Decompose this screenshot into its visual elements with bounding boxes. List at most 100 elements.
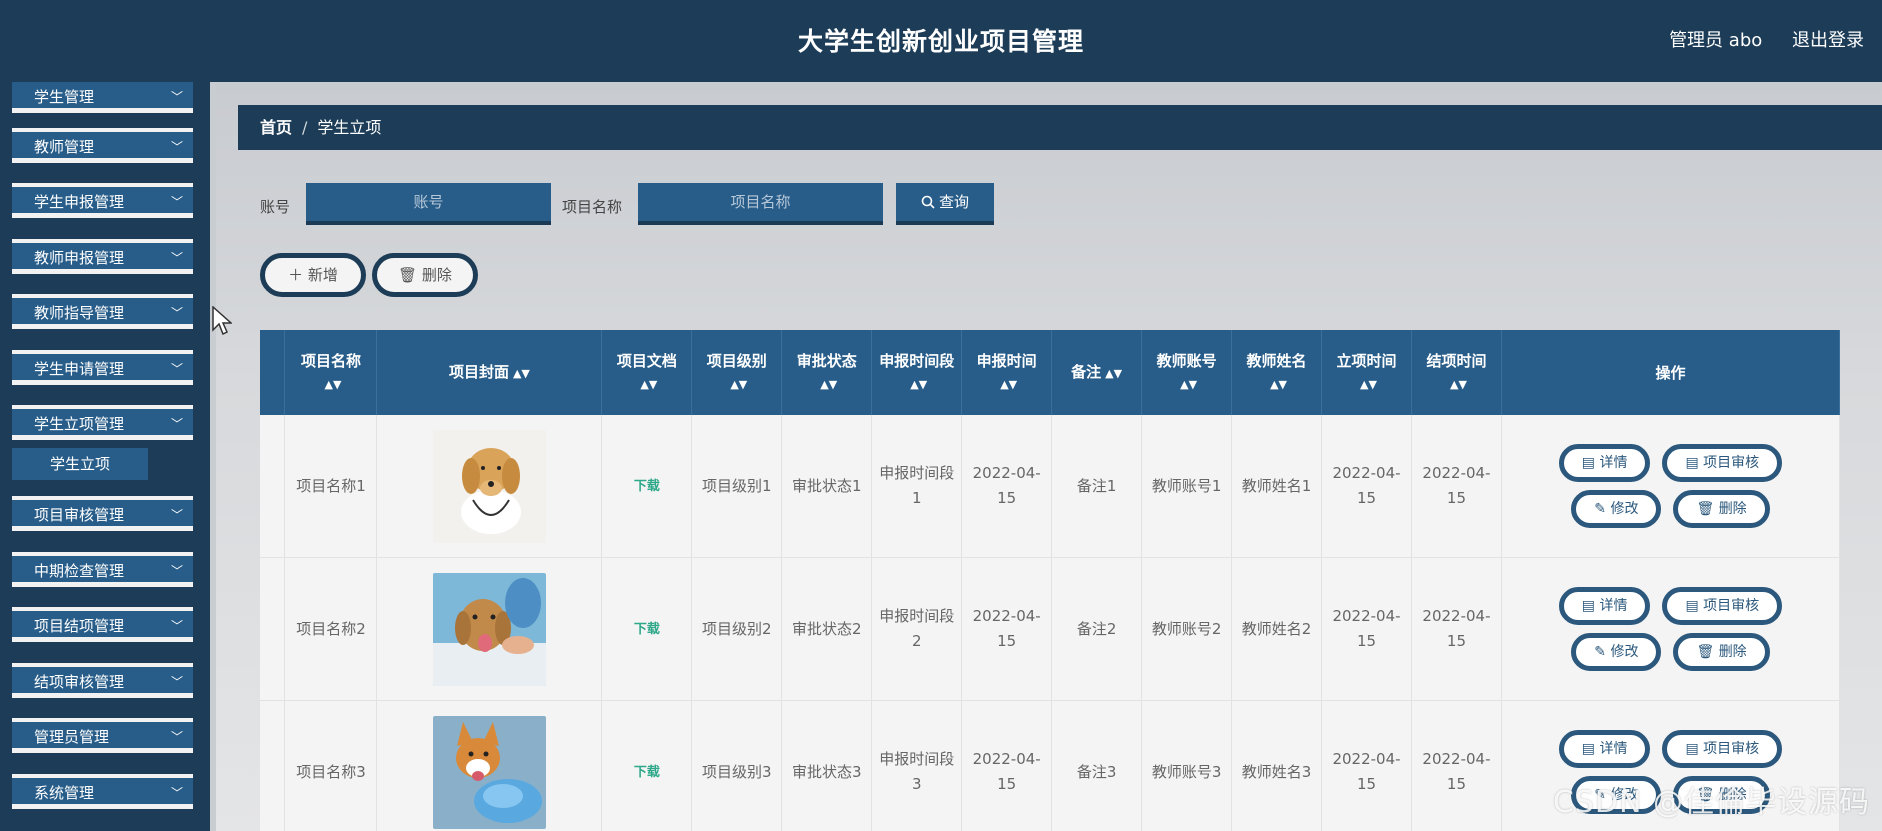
- sidebar-item-student[interactable]: 学生管理 ﹀: [12, 82, 193, 113]
- logout-link[interactable]: 退出登录: [1792, 30, 1864, 51]
- sidebar-item-midterm[interactable]: 中期检查管理 ﹀: [12, 556, 193, 587]
- sort-icon: ▲▼: [820, 377, 838, 391]
- cell-project-name: 项目名称3: [284, 700, 378, 831]
- row-checkbox-cell[interactable]: [260, 557, 286, 701]
- column-header[interactable]: 立项时间 ▲▼: [1321, 330, 1412, 415]
- review-button[interactable]: ▤ 项目审核: [1662, 587, 1783, 625]
- cell-apply-date: 2022-04-15: [961, 700, 1053, 831]
- query-label: 查询: [938, 193, 969, 211]
- column-header[interactable]: 申报时间 ▲▼: [961, 330, 1053, 415]
- sidebar-item-teacher-guide[interactable]: 教师指导管理 ﹀: [12, 298, 193, 329]
- sort-icon: ▲▼: [324, 377, 342, 391]
- cell-teacher-account: 教师账号2: [1141, 557, 1233, 701]
- cell-period: 申报时间段1: [871, 415, 963, 558]
- cell-cover: [376, 415, 603, 558]
- document-icon: ▤: [1685, 455, 1704, 471]
- cell-end-date: 2022-04-15: [1411, 415, 1502, 558]
- cell-start-date: 2022-04-15: [1321, 415, 1412, 558]
- edit-button[interactable]: ✎ 修改: [1571, 633, 1662, 671]
- column-header[interactable]: 审批状态 ▲▼: [781, 330, 873, 415]
- column-header[interactable]: 项目文档 ▲▼: [601, 330, 693, 415]
- column-header[interactable]: 结项时间 ▲▼: [1411, 330, 1502, 415]
- chevron-down-icon: ﹀: [170, 251, 183, 265]
- chevron-down-icon: ﹀: [170, 786, 183, 800]
- trash-icon: 🗑: [1696, 501, 1719, 517]
- column-header[interactable]: 项目封面 ▲▼: [376, 330, 603, 415]
- sidebar-item-student-apply[interactable]: 学生申报管理 ﹀: [12, 187, 193, 218]
- download-link[interactable]: 下载: [601, 700, 693, 831]
- select-column-header: [260, 330, 286, 415]
- pencil-icon: ✎: [1594, 501, 1611, 517]
- cell-teacher-name: 教师姓名2: [1231, 557, 1323, 701]
- account-input[interactable]: [306, 183, 551, 225]
- cover-image: [432, 715, 546, 829]
- chevron-down-icon: ﹀: [170, 619, 183, 633]
- cell-apply-date: 2022-04-15: [961, 415, 1053, 558]
- cell-note: 备注1: [1051, 415, 1143, 558]
- column-header[interactable]: 项目级别 ▲▼: [691, 330, 783, 415]
- add-button[interactable]: ＋ 新增: [260, 253, 366, 297]
- review-button[interactable]: ▤ 项目审核: [1662, 730, 1783, 768]
- chevron-down-icon: ﹀: [170, 564, 183, 578]
- detail-button[interactable]: ▤ 详情: [1558, 730, 1651, 768]
- delete-button[interactable]: 🗑 删除: [1673, 633, 1770, 671]
- sidebar-item-label: 管理员管理: [34, 728, 110, 746]
- sidebar-item-label: 项目结项管理: [34, 617, 125, 635]
- sidebar-item-teacher-apply[interactable]: 教师申报管理 ﹀: [12, 243, 193, 274]
- sidebar-item-label: 项目审核管理: [34, 506, 125, 524]
- delete-button[interactable]: 🗑 删除: [1673, 490, 1770, 528]
- download-link[interactable]: 下载: [601, 415, 693, 558]
- column-header[interactable]: 申报时间段▲▼: [871, 330, 963, 415]
- cell-level: 项目级别2: [691, 557, 783, 701]
- column-header[interactable]: 教师姓名 ▲▼: [1231, 330, 1323, 415]
- query-button[interactable]: 查询: [896, 183, 994, 225]
- current-user: 管理员 abo: [1669, 30, 1763, 51]
- review-button[interactable]: ▤ 项目审核: [1662, 444, 1783, 482]
- sidebar-item-admin[interactable]: 管理员管理 ﹀: [12, 722, 193, 753]
- detail-button[interactable]: ▤ 详情: [1558, 587, 1651, 625]
- cell-teacher-name: 教师姓名1: [1231, 415, 1323, 558]
- batch-delete-button[interactable]: 🗑 删除: [372, 253, 478, 297]
- cell-teacher-account: 教师账号1: [1141, 415, 1233, 558]
- project-name-label: 项目名称: [562, 198, 623, 216]
- sidebar-item-label: 学生立项管理: [34, 415, 125, 433]
- main-content: 首页 / 学生立项 账号 项目名称 查询 ＋ 新增 🗑 删除 项目名称▲▼ 项目封面…: [216, 82, 1882, 831]
- sidebar-subitem-project-setup[interactable]: 学生立项: [12, 448, 148, 480]
- edit-button[interactable]: ✎ 修改: [1571, 490, 1662, 528]
- column-header[interactable]: 备注 ▲▼: [1051, 330, 1143, 415]
- cell-teacher-name: 教师姓名3: [1231, 700, 1323, 831]
- sort-icon: ▲▼: [640, 377, 658, 391]
- cell-status: 审批状态2: [781, 557, 873, 701]
- sidebar-item-teacher[interactable]: 教师管理 ﹀: [12, 132, 193, 163]
- sidebar-item-label: 教师指导管理: [34, 304, 125, 322]
- document-icon: ▤: [1685, 598, 1704, 614]
- data-table-container: 项目名称 ▲▼ 项目封面 ▲▼ 项目文档 ▲▼ 项目级别 ▲▼ 审批状态 ▲▼ 申报时间段…: [260, 330, 1840, 831]
- chevron-down-icon: ﹀: [170, 195, 183, 209]
- cell-start-date: 2022-04-15: [1321, 557, 1412, 701]
- sidebar-item-close-review[interactable]: 结项审核管理 ﹀: [12, 667, 193, 698]
- sidebar-item-project-review[interactable]: 项目审核管理 ﹀: [12, 500, 193, 531]
- project-name-input[interactable]: [638, 183, 883, 225]
- sidebar-item-project-close[interactable]: 项目结项管理 ﹀: [12, 611, 193, 642]
- document-icon: ▤: [1685, 741, 1704, 757]
- row-checkbox-cell[interactable]: [260, 700, 286, 831]
- breadcrumb-home[interactable]: 首页: [260, 118, 292, 137]
- app-title: 大学生创新创业项目管理: [797, 27, 1084, 56]
- sort-icon: ▲▼: [1450, 377, 1467, 391]
- sidebar: 学生管理 ﹀ 教师管理 ﹀ 学生申报管理 ﹀ 教师申报管理 ﹀ 教师指导管理 ﹀ 学生申请…: [0, 82, 210, 831]
- account-label: 账号: [260, 198, 291, 216]
- cell-period: 申报时间段2: [871, 557, 963, 701]
- row-checkbox-cell[interactable]: [260, 415, 286, 558]
- sidebar-item-project-setup[interactable]: 学生立项管理 ﹀: [12, 409, 193, 440]
- detail-button[interactable]: ▤ 详情: [1558, 444, 1651, 482]
- column-header[interactable]: 教师账号 ▲▼: [1141, 330, 1233, 415]
- cell-end-date: 2022-04-15: [1411, 557, 1502, 701]
- delete-label: 删除: [421, 266, 452, 284]
- cell-cover: [376, 700, 603, 831]
- mouse-cursor-icon: [212, 306, 232, 336]
- sidebar-item-system[interactable]: 系统管理 ﹀: [12, 778, 193, 809]
- sidebar-item-label: 教师管理: [34, 138, 95, 156]
- download-link[interactable]: 下载: [601, 557, 693, 701]
- column-header[interactable]: 项目名称 ▲▼: [284, 330, 378, 415]
- sidebar-item-student-request[interactable]: 学生申请管理 ﹀: [12, 354, 193, 385]
